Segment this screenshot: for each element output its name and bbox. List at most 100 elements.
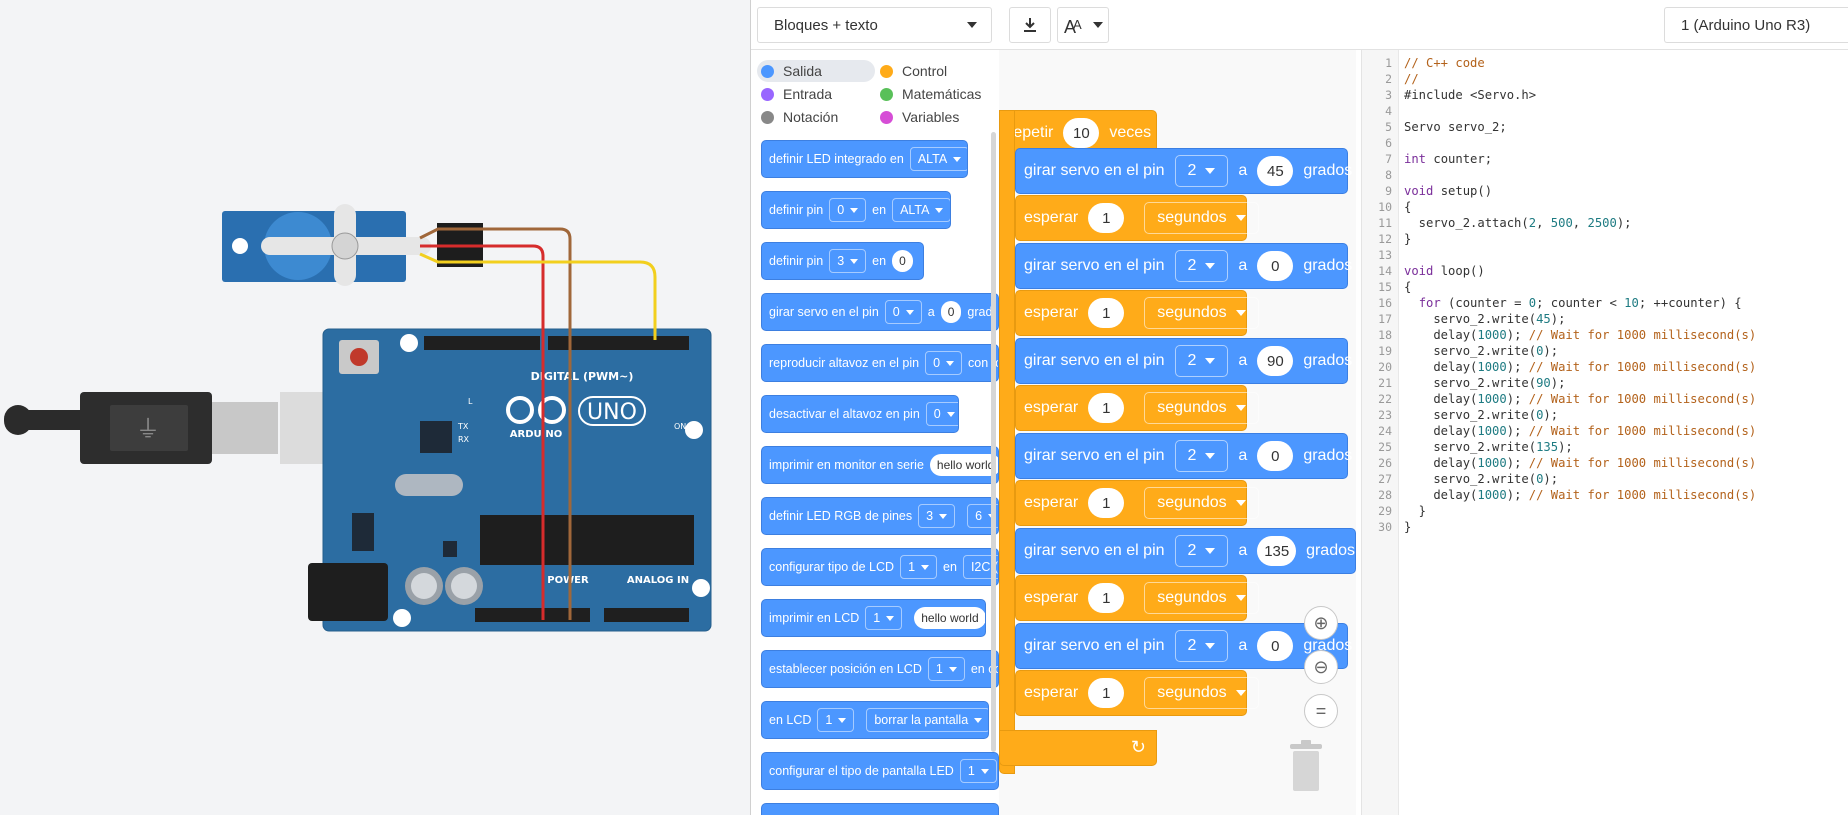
code-line[interactable]: servo_2.write(45); [1404,312,1565,326]
wait-value-input[interactable]: 1 [1088,583,1125,613]
blocks-workspace[interactable]: repetir 10 veces ↻ girar servo en el pin… [999,50,1356,815]
block-input[interactable]: 0 [940,301,962,323]
servo-angle-input[interactable]: 45 [1257,156,1294,186]
servo-angle-input[interactable]: 0 [1257,631,1294,661]
block-dropdown[interactable]: 0 [925,402,958,426]
palette-block-led-integrado[interactable]: definir LED integrado en ALTA [761,140,968,178]
code-line[interactable]: #include <Servo.h> [1404,88,1536,102]
servo-block[interactable]: girar servo en el pin 2 a 90 grados [1015,338,1352,384]
palette-block-partial[interactable] [761,803,999,815]
code-line[interactable]: { [1404,280,1411,294]
category-variables[interactable]: Variables [876,106,959,128]
category-matematicas[interactable]: Matemáticas [876,83,981,105]
servo-pin-dropdown[interactable]: 2 [1174,250,1229,282]
wait-unit-dropdown[interactable]: segundos [1144,487,1259,519]
wait-unit-dropdown[interactable]: segundos [1144,582,1259,614]
servo-angle-input[interactable]: 0 [1257,441,1294,471]
servo-pin-dropdown[interactable]: 2 [1174,440,1229,472]
code-line[interactable]: } [1404,520,1411,534]
servo-pin-dropdown[interactable]: 2 [1174,535,1229,567]
servo-block[interactable]: girar servo en el pin 2 a 45 grados [1015,148,1352,194]
circuit-diagram[interactable]: ⏚ DIGITAL (PWM~) ARDUINO UNO POWER ANALO… [0,0,750,815]
code-line[interactable]: void loop() [1404,264,1485,278]
wait-block[interactable]: esperar 1 segundos [1015,670,1259,716]
code-line[interactable]: delay(1000); // Wait for 1000 millisecon… [1404,488,1756,502]
block-dropdown[interactable]: 3 [918,504,956,528]
code-line[interactable]: delay(1000); // Wait for 1000 millisecon… [1404,328,1756,342]
block-dropdown[interactable]: borrar la pantalla [866,708,988,732]
repeat-count-input[interactable]: 10 [1063,118,1100,148]
servo-angle-input[interactable]: 90 [1257,346,1294,376]
block-dropdown[interactable]: 0 [925,351,963,375]
wait-block[interactable]: esperar 1 segundos [1015,385,1259,431]
palette-block-led-rgb[interactable]: definir LED RGB de pines 3 6 [761,497,999,535]
code-line[interactable]: servo_2.write(0); [1404,472,1558,486]
palette-block-imprimir-serie[interactable]: imprimir en monitor en serie hello world [761,446,999,484]
code-line[interactable]: servo_2.write(0); [1404,344,1558,358]
servo-block[interactable]: girar servo en el pin 2 a 0 grados [1015,623,1352,669]
palette-block-girar-servo[interactable]: girar servo en el pin 0 a 0 grad [761,293,999,331]
wait-block[interactable]: esperar 1 segundos [1015,195,1259,241]
code-line[interactable]: delay(1000); // Wait for 1000 millisecon… [1404,424,1756,438]
code-line[interactable]: delay(1000); // Wait for 1000 millisecon… [1404,392,1756,406]
servo-pin-dropdown[interactable]: 2 [1174,345,1229,377]
category-control[interactable]: Control [876,60,947,82]
block-input[interactable]: hello world [914,607,985,629]
wait-unit-dropdown[interactable]: segundos [1144,202,1259,234]
code-line[interactable]: delay(1000); // Wait for 1000 millisecon… [1404,456,1756,470]
block-input[interactable]: 0 [892,250,913,272]
palette-block-desactivar-altavoz[interactable]: desactivar el altavoz en pin 0 [761,395,959,433]
wait-value-input[interactable]: 1 [1088,203,1125,233]
palette-block-pantalla-led[interactable]: configurar el tipo de pantalla LED1e [761,752,999,790]
code-line[interactable]: servo_2.write(135); [1404,440,1572,454]
wait-value-input[interactable]: 1 [1088,488,1125,518]
code-view[interactable]: 1 2 3 4 5 6 7 8 9 10 11 12 13 14 15 16 17 18 19 20 21 22 23 24 2… [1361,50,1848,815]
palette-block-imprimir-lcd[interactable]: imprimir en LCD 1 hello world [761,599,986,637]
editor-mode-dropdown[interactable]: Bloques + texto [757,7,992,43]
arduino-uno-board[interactable]: DIGITAL (PWM~) ARDUINO UNO POWER ANALOG … [308,328,712,632]
code-line[interactable]: { [1404,200,1411,214]
palette-block-definir-pin[interactable]: definir pin 0 en ALTA [761,191,951,229]
block-dropdown[interactable]: 1 [817,708,855,732]
servo-block[interactable]: girar servo en el pin 2 a 135 grados [1015,528,1356,574]
code-line[interactable]: servo_2.write(0); [1404,408,1558,422]
block-dropdown[interactable]: ALTA [909,147,967,171]
palette-scrollbar[interactable] [991,132,996,752]
zoom-reset-button[interactable]: = [1304,694,1338,728]
code-line[interactable]: int counter; [1404,152,1492,166]
block-dropdown[interactable]: 1 [959,759,997,783]
code-line[interactable]: // C++ code [1404,56,1485,70]
wait-value-input[interactable]: 1 [1088,393,1125,423]
palette-block-tipo-lcd[interactable]: configurar tipo de LCD 1 en I2C ( [761,548,999,586]
code-line[interactable]: void setup() [1404,184,1492,198]
block-dropdown[interactable]: 0 [829,198,867,222]
circuit-canvas[interactable]: ⏚ DIGITAL (PWM~) ARDUINO UNO POWER ANALO… [0,0,750,815]
code-line[interactable]: // [1404,72,1419,86]
wait-unit-dropdown[interactable]: segundos [1144,392,1259,424]
servo-pin-dropdown[interactable]: 2 [1174,630,1229,662]
block-dropdown[interactable]: 0 [884,300,922,324]
category-salida[interactable]: Salida [757,60,875,82]
block-dropdown[interactable]: 1 [865,606,903,630]
block-dropdown[interactable]: 3 [829,249,867,273]
servo-angle-input[interactable]: 135 [1257,536,1297,566]
wait-block[interactable]: esperar 1 segundos [1015,575,1259,621]
font-size-button[interactable]: A A [1057,7,1109,43]
wait-value-input[interactable]: 1 [1088,678,1125,708]
category-notacion[interactable]: Notación [757,106,838,128]
code-line[interactable]: } [1404,232,1411,246]
download-button[interactable] [1009,7,1051,43]
wait-block[interactable]: esperar 1 segundos [1015,480,1259,526]
code-line[interactable]: for (counter = 0; counter < 10; ++counte… [1404,296,1742,310]
servo-angle-input[interactable]: 0 [1257,251,1294,281]
code-line[interactable]: servo_2.write(90); [1404,376,1565,390]
servo-block[interactable]: girar servo en el pin 2 a 0 grados [1015,243,1352,289]
code-line[interactable]: } [1404,504,1426,518]
servo-pin-dropdown[interactable]: 2 [1174,155,1229,187]
wait-unit-dropdown[interactable]: segundos [1144,677,1259,709]
device-dropdown[interactable]: 1 (Arduino Uno R3) [1664,7,1848,43]
zoom-in-button[interactable]: ⊕ [1304,606,1338,640]
palette-block-borrar-lcd[interactable]: en LCD 1 borrar la pantalla [761,701,989,739]
block-input[interactable]: hello world [929,454,998,476]
block-dropdown[interactable]: ALTA [892,198,950,222]
